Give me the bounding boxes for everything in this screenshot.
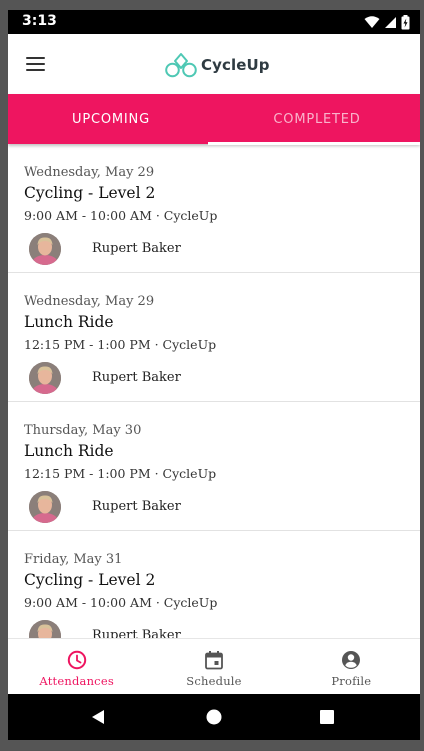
class-card[interactable]: Friday, May 31 Cycling - Level 2 9:00 AM… [8,531,420,638]
class-date: Friday, May 31 [24,552,123,567]
class-time: 12:15 PM - 1:00 PM · CycleUp [24,466,217,481]
class-card[interactable]: Wednesday, May 29 Cycling - Level 2 9:00… [8,144,420,273]
class-title: Cycling - Level 2 [24,184,156,202]
account-circle-icon [340,649,362,671]
bottom-navigation: Attendances Schedule Profile [8,638,420,694]
nav-schedule[interactable]: Schedule [145,639,282,694]
class-title: Lunch Ride [24,313,114,331]
tab-underline [208,142,420,145]
tab-active-indicator [8,142,208,144]
app-logo: CycleUp [165,52,270,78]
class-title: Cycling - Level 2 [24,571,156,589]
tab-upcoming[interactable]: UPCOMING [8,94,214,144]
class-title: Lunch Ride [24,442,114,460]
instructor-avatar [29,233,61,265]
cellular-signal-icon [385,16,396,28]
class-date: Wednesday, May 29 [24,294,155,309]
hamburger-menu-icon[interactable] [25,54,47,74]
back-icon[interactable] [90,708,108,726]
nav-label: Profile [331,674,372,688]
status-icons [364,14,410,30]
class-time: 9:00 AM - 10:00 AM · CycleUp [24,208,218,223]
clock-icon [66,649,88,671]
class-date: Wednesday, May 29 [24,165,155,180]
class-list: Wednesday, May 29 Cycling - Level 2 9:00… [8,144,420,638]
status-bar: 3:13 [8,10,420,34]
instructor-avatar [29,620,61,638]
instructor-avatar [29,362,61,394]
instructor-avatar [29,491,61,523]
status-time: 3:13 [22,13,57,29]
instructor-name: Rupert Baker [92,628,181,638]
tab-label: UPCOMING [72,111,150,127]
nav-profile[interactable]: Profile [283,639,420,694]
tab-label: COMPLETED [273,111,361,127]
battery-icon [401,14,410,29]
bicycle-logo-icon [165,53,197,78]
app-window: 3:13 CycleUp UPCOMING COMPLETED Wednesda… [8,10,420,740]
instructor-name: Rupert Baker [92,241,181,256]
app-bar: CycleUp [8,34,420,94]
wifi-icon [364,16,380,28]
instructor-name: Rupert Baker [92,370,181,385]
instructor-name: Rupert Baker [92,499,181,514]
nav-attendances[interactable]: Attendances [8,639,145,694]
nav-label: Attendances [39,674,114,688]
brand-name: CycleUp [201,56,270,74]
tab-bar: UPCOMING COMPLETED [8,94,420,144]
system-navigation-bar [8,694,420,740]
class-card[interactable]: Wednesday, May 29 Lunch Ride 12:15 PM - … [8,273,420,402]
nav-label: Schedule [186,674,242,688]
home-icon[interactable] [205,708,223,726]
class-time: 12:15 PM - 1:00 PM · CycleUp [24,337,217,352]
class-date: Thursday, May 30 [24,423,142,438]
calendar-icon [203,649,225,671]
class-card[interactable]: Thursday, May 30 Lunch Ride 12:15 PM - 1… [8,402,420,531]
class-time: 9:00 AM - 10:00 AM · CycleUp [24,595,218,610]
recents-icon[interactable] [318,708,336,726]
tab-completed[interactable]: COMPLETED [214,94,420,144]
